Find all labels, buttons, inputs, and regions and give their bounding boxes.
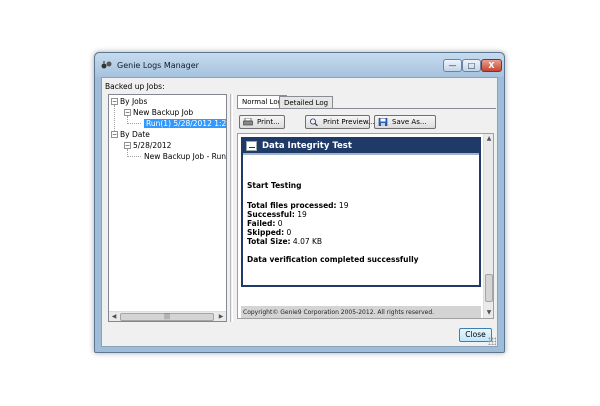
scrollbar-thumb[interactable]: |||: [120, 313, 214, 321]
maximize-button[interactable]: □: [462, 59, 481, 72]
start-testing-text: Start Testing: [247, 181, 302, 190]
title-bar[interactable]: Genie Logs Manager — □ X: [95, 53, 504, 77]
stat-successful: Successful: 19: [247, 210, 307, 219]
collapse-icon[interactable]: −: [124, 142, 131, 149]
tree-item-label: By Date: [120, 130, 150, 139]
verification-result: Data verification completed successfully: [247, 255, 419, 264]
genie-app-icon: [101, 61, 112, 69]
report-header: Data Integrity Test: [243, 139, 479, 155]
tree-horizontal-scrollbar[interactable]: ◀ ||| ▶: [109, 311, 226, 321]
stat-failed: Failed: 0: [247, 219, 283, 228]
tree-item-label: New Backup Job: [133, 108, 194, 117]
tree-item-new-backup-job[interactable]: − New Backup Job: [124, 107, 193, 118]
collapse-icon[interactable]: −: [111, 98, 118, 105]
collapse-icon[interactable]: −: [124, 109, 131, 116]
stat-total-files: Total files processed: 19: [247, 201, 349, 210]
resize-grip-icon[interactable]: [488, 337, 496, 345]
scroll-down-arrow-icon[interactable]: ▼: [484, 308, 493, 318]
tree-item-label: Run(1) 5/28/2012 1:29 PM: [144, 119, 226, 128]
close-window-button[interactable]: X: [481, 59, 502, 72]
copyright-notice: Copyright© Genie9 Corporation 2005-2012.…: [241, 306, 481, 318]
print-label: Print...: [257, 118, 280, 126]
backed-up-jobs-label: Backed up Jobs:: [105, 82, 165, 91]
scroll-right-arrow-icon[interactable]: ▶: [216, 312, 226, 321]
stat-total-size: Total Size: 4.07 KB: [247, 237, 323, 246]
tree-item-label: By Jobs: [120, 97, 148, 106]
tree-item-new-backup-job-run[interactable]: New Backup Job - Run(1): [144, 151, 227, 162]
tree-connector: [127, 123, 141, 124]
tab-divider: [237, 108, 496, 109]
scrollbar-thumb[interactable]: [485, 274, 493, 302]
report-title: Data Integrity Test: [262, 141, 352, 151]
stat-skipped: Skipped: 0: [247, 228, 292, 237]
tree-item-by-date[interactable]: − By Date: [111, 129, 150, 140]
scroll-left-arrow-icon[interactable]: ◀: [109, 312, 119, 321]
save-as-button[interactable]: Save As...: [374, 115, 436, 129]
logs-manager-window: Genie Logs Manager — □ X Backed up Jobs:…: [94, 52, 505, 353]
printer-icon: [243, 118, 253, 126]
tree-item-date[interactable]: −5/28/2012: [124, 140, 171, 151]
floppy-disk-icon: [378, 118, 388, 126]
save-as-label: Save As...: [392, 118, 427, 126]
log-vertical-scrollbar[interactable]: ▲ ▼: [483, 134, 493, 318]
jobs-tree[interactable]: − By Jobs − New Backup Job Run(1) 5/28/201…: [108, 94, 227, 322]
pane-splitter[interactable]: [230, 94, 233, 322]
window-client-area: Backed up Jobs: − By Jobs − New Backup Job…: [101, 77, 498, 347]
tree-connector: [127, 156, 141, 157]
tree-item-label: 5/28/2012: [133, 141, 172, 150]
header-underline: [243, 153, 479, 155]
window-title: Genie Logs Manager: [117, 61, 199, 70]
tree-item-label: New Backup Job - Run(1): [144, 152, 227, 161]
minimize-box-icon: [246, 141, 257, 151]
log-content-area: Data Integrity Test Start Testing Total …: [237, 133, 494, 319]
print-preview-label: Print Preview...: [323, 118, 375, 126]
magnifier-icon: [310, 118, 318, 126]
print-preview-button[interactable]: Print Preview...: [305, 115, 375, 129]
print-button[interactable]: Print...: [239, 115, 285, 129]
tree-item-run-1[interactable]: Run(1) 5/28/2012 1:29 PM: [144, 118, 226, 129]
minimize-button[interactable]: —: [443, 59, 462, 72]
tree-item-by-jobs[interactable]: − By Jobs: [111, 96, 147, 107]
report-panel: Data Integrity Test Start Testing Total …: [241, 137, 481, 287]
scroll-up-arrow-icon[interactable]: ▲: [484, 134, 493, 144]
collapse-icon[interactable]: −: [111, 131, 118, 138]
